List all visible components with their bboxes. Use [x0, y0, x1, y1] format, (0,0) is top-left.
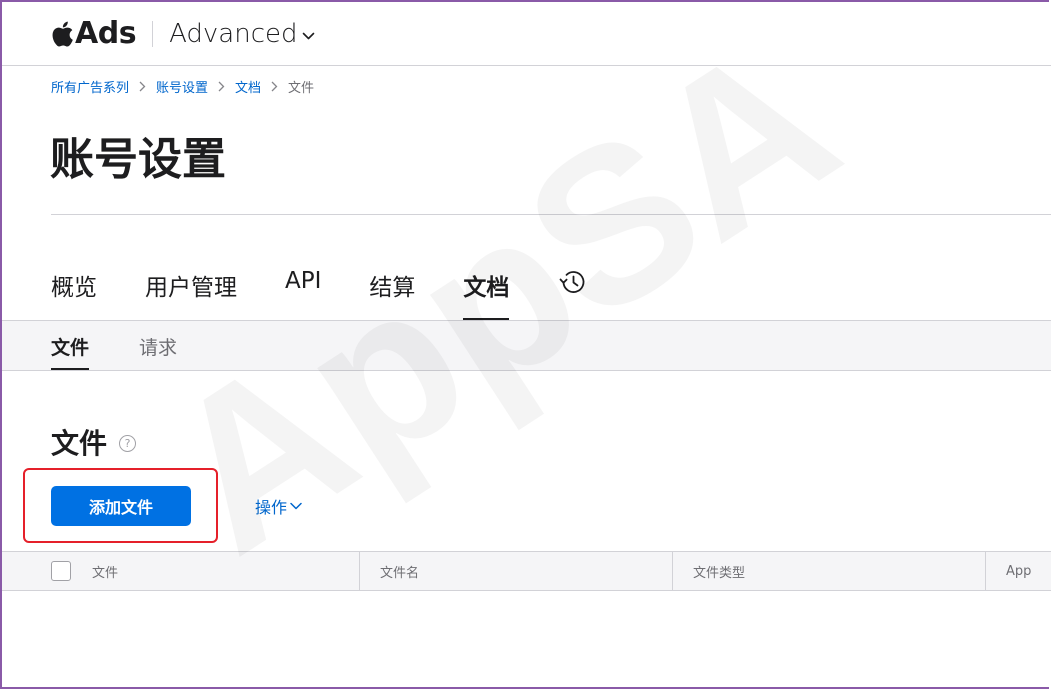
actions-label: 操作: [255, 498, 288, 517]
apple-logo-icon: [52, 21, 73, 47]
tab-user-management[interactable]: 用户管理: [145, 262, 237, 320]
tab-api[interactable]: API: [285, 262, 321, 320]
title-divider: [51, 214, 1051, 215]
section-header: 文件 ?: [51, 424, 137, 460]
column-divider: [985, 552, 986, 590]
chevron-down-icon: [290, 502, 302, 510]
chevron-down-icon: [302, 32, 314, 39]
main-tabs: 概览 用户管理 API 结算 文档: [51, 262, 587, 320]
breadcrumb-all-campaigns[interactable]: 所有广告系列: [51, 77, 129, 96]
tab-billing[interactable]: 结算: [369, 262, 415, 320]
breadcrumb-current-files: 文件: [288, 80, 315, 96]
actions-dropdown[interactable]: 操作: [255, 496, 302, 517]
table-header: 文件 文件名 文件类型 App: [0, 551, 1051, 591]
column-divider: [672, 552, 673, 590]
column-header-app[interactable]: App: [1006, 552, 1031, 590]
column-header-file-type[interactable]: 文件类型: [693, 552, 745, 590]
page-title: 账号设置: [50, 134, 226, 185]
column-divider: [359, 552, 360, 590]
sub-tab-bar: 文件 请求: [0, 320, 1051, 371]
help-icon[interactable]: ?: [119, 434, 137, 452]
chevron-right-icon: [271, 81, 278, 92]
sub-tabs: 文件 请求: [51, 321, 227, 370]
chevron-right-icon: [218, 81, 225, 92]
breadcrumb: 所有广告系列 账号设置 文档 文件: [51, 77, 315, 96]
column-header-file[interactable]: 文件: [92, 552, 118, 590]
select-all-checkbox[interactable]: [51, 561, 71, 581]
edition-label: Advanced: [169, 19, 298, 49]
breadcrumb-account-settings[interactable]: 账号设置: [156, 77, 208, 96]
brand-divider: [152, 21, 154, 47]
brand-name: Ads: [75, 16, 137, 51]
brand[interactable]: Ads Advanced: [50, 14, 315, 54]
tab-documents[interactable]: 文档: [463, 262, 510, 320]
top-header: Ads Advanced: [0, 0, 1051, 66]
subtab-requests[interactable]: 请求: [139, 321, 177, 370]
tab-overview[interactable]: 概览: [51, 262, 97, 320]
edition-switcher[interactable]: Advanced: [169, 21, 314, 47]
breadcrumb-documents[interactable]: 文档: [235, 77, 261, 96]
chevron-right-icon: [139, 81, 146, 92]
section-title: 文件: [51, 427, 108, 460]
history-icon: [559, 271, 585, 293]
column-header-file-name[interactable]: 文件名: [380, 552, 419, 590]
tab-history[interactable]: [557, 262, 587, 320]
subtab-files[interactable]: 文件: [51, 321, 90, 370]
add-file-button[interactable]: 添加文件: [51, 486, 191, 526]
